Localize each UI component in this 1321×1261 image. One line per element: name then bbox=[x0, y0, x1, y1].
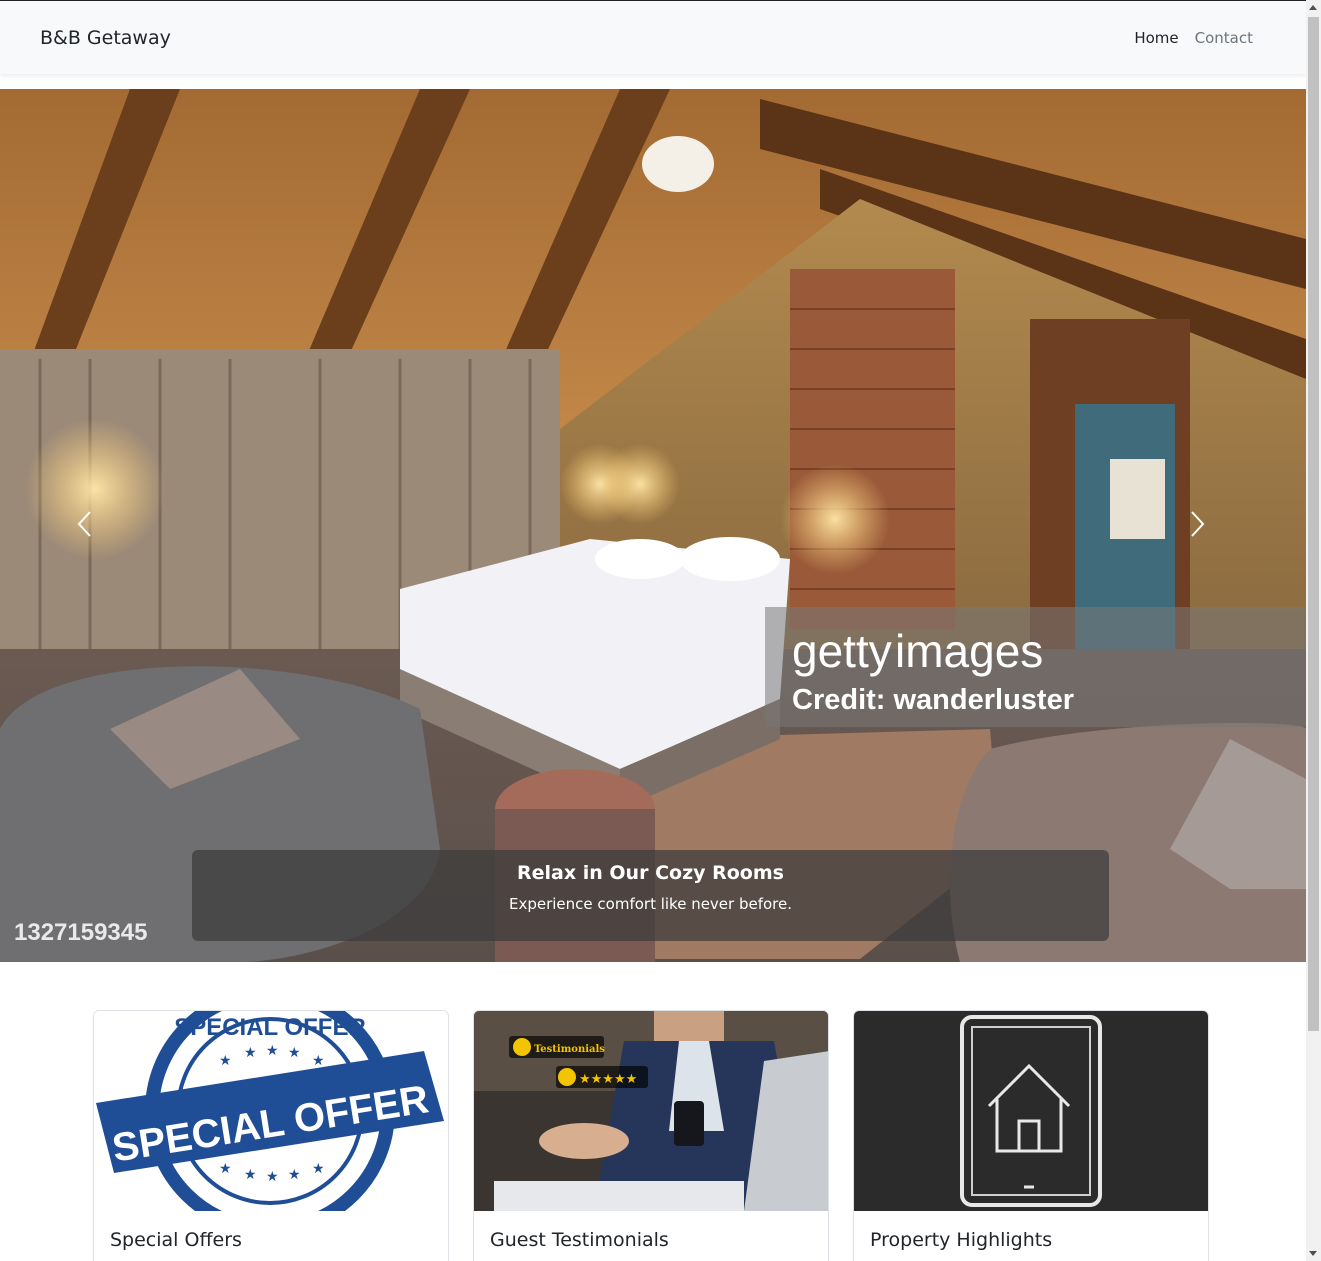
watermark-brand-a: getty bbox=[792, 625, 892, 677]
watermark-credit: Credit: wanderluster bbox=[792, 684, 1074, 716]
card-property-highlights[interactable]: Property Highlights bbox=[853, 1010, 1209, 1261]
svg-text:★: ★ bbox=[288, 1045, 301, 1061]
svg-text:★: ★ bbox=[219, 1161, 232, 1177]
carousel-caption: Relax in Our Cozy Rooms Experience comfo… bbox=[192, 850, 1109, 941]
special-offer-image: SPECIAL OFFER ★ ★ ★ ★ ★ ★ ★ ★ ★ ★ SPECIAL OFFER bbox=[94, 1011, 448, 1211]
watermark-brand-b: images bbox=[895, 625, 1043, 677]
card-title: Guest Testimonials bbox=[490, 1229, 669, 1251]
watermark-id: 1327159345 bbox=[14, 919, 147, 946]
card-guest-testimonials[interactable]: Testimonials ★★★★★ Guest Testimonials bbox=[473, 1010, 829, 1261]
navbar: B&B Getaway Home Contact bbox=[0, 0, 1306, 74]
chevron-left-icon bbox=[77, 511, 91, 537]
carousel-next-button[interactable] bbox=[1187, 509, 1227, 549]
caption-text: Experience comfort like never before. bbox=[508, 895, 793, 913]
nav-home-link[interactable]: Home bbox=[1134, 29, 1178, 47]
testimonials-stars: ★★★★★ bbox=[579, 1072, 637, 1087]
chevron-right-icon bbox=[1191, 511, 1205, 537]
card-title: Property Highlights bbox=[870, 1229, 1053, 1251]
hero-room-image: getty images Credit: wanderluster 132715… bbox=[0, 89, 1306, 962]
card-title: Special Offers bbox=[110, 1229, 242, 1251]
svg-text:★: ★ bbox=[219, 1053, 232, 1069]
testimonials-badge-text: Testimonials bbox=[534, 1044, 605, 1055]
svg-text:★: ★ bbox=[288, 1167, 301, 1183]
carousel-prev-button[interactable] bbox=[75, 509, 115, 549]
svg-text:★: ★ bbox=[266, 1169, 279, 1185]
nav-contact-link[interactable]: Contact bbox=[1195, 29, 1253, 47]
property-highlights-image bbox=[854, 1011, 1208, 1211]
svg-text:★: ★ bbox=[266, 1043, 279, 1059]
stamp-ring-text: SPECIAL OFFER bbox=[174, 1014, 366, 1041]
svg-text:★: ★ bbox=[244, 1167, 257, 1183]
page-scrollbar[interactable] bbox=[1306, 0, 1321, 1261]
nav-links: Home Contact bbox=[1134, 29, 1253, 47]
testimonials-image: Testimonials ★★★★★ bbox=[474, 1011, 828, 1211]
scroll-down-arrow-icon[interactable] bbox=[1309, 1251, 1317, 1256]
scroll-up-arrow-icon[interactable] bbox=[1309, 5, 1317, 10]
svg-text:★: ★ bbox=[244, 1045, 257, 1061]
caption-title: Relax in Our Cozy Rooms bbox=[517, 862, 784, 884]
card-special-offers[interactable]: SPECIAL OFFER ★ ★ ★ ★ ★ ★ ★ ★ ★ ★ SPECIAL OFFER … bbox=[93, 1010, 449, 1261]
brand-link[interactable]: B&B Getaway bbox=[40, 27, 171, 49]
svg-text:★: ★ bbox=[312, 1053, 325, 1069]
hero-carousel: getty images Credit: wanderluster 132715… bbox=[0, 89, 1306, 962]
svg-text:★: ★ bbox=[312, 1161, 325, 1177]
scrollbar-thumb[interactable] bbox=[1308, 17, 1319, 1031]
